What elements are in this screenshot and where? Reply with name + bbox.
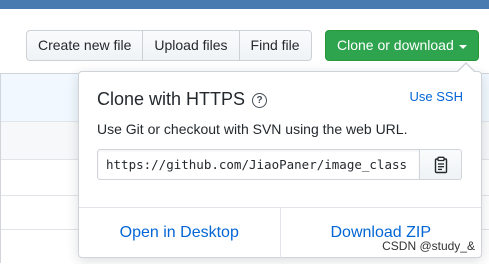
clone-url-input[interactable]	[97, 149, 420, 180]
clone-popover-title: Clone with HTTPS	[97, 89, 246, 109]
popover-arrow-fill	[458, 64, 474, 72]
clone-popover: Clone with HTTPS ? Use SSH Use Git or ch…	[78, 71, 482, 259]
find-file-button[interactable]: Find file	[239, 30, 312, 61]
copy-url-button[interactable]	[420, 149, 462, 180]
clone-or-download-label: Clone or download	[337, 37, 454, 53]
open-in-desktop-link[interactable]: Open in Desktop	[79, 208, 281, 259]
clone-or-download-button[interactable]: Clone or download	[325, 30, 479, 61]
upload-files-button[interactable]: Upload files	[143, 30, 240, 61]
question-circle-icon[interactable]: ?	[252, 92, 268, 108]
csdn-watermark: CSDN @study_&	[382, 239, 475, 253]
file-actions-button-group: Create new file Upload files Find file	[26, 30, 312, 61]
clone-popover-title-row: Clone with HTTPS ?	[97, 89, 268, 110]
clone-popover-description: Use Git or checkout with SVN using the w…	[97, 121, 408, 137]
caret-down-icon	[458, 44, 467, 49]
create-new-file-button[interactable]: Create new file	[26, 30, 144, 61]
file-list-border	[0, 73, 1, 263]
use-ssh-link[interactable]: Use SSH	[410, 89, 463, 104]
clipboard-icon	[434, 156, 447, 173]
repo-header-bar	[0, 0, 489, 9]
clone-url-group	[97, 149, 462, 180]
